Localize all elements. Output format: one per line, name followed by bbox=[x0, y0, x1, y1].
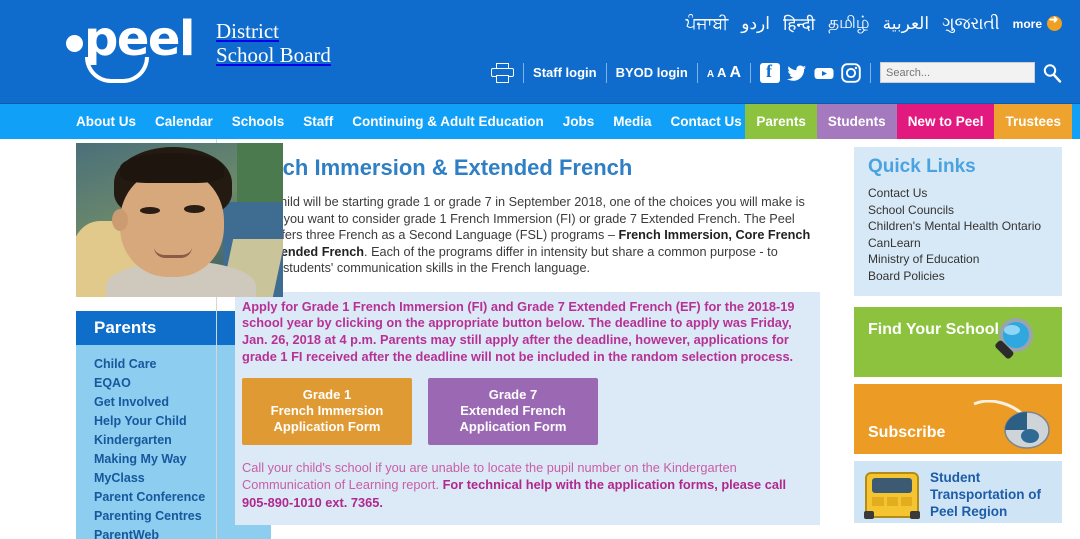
find-your-school-promo[interactable]: Find Your School bbox=[854, 307, 1062, 377]
student-transportation-label: Student Transportation of Peel Region bbox=[930, 470, 1041, 519]
button-line2: Extended French bbox=[460, 402, 566, 418]
lang-link-arabic[interactable]: العربية bbox=[883, 14, 929, 34]
logo-dot-icon bbox=[66, 35, 83, 52]
school-bus-icon bbox=[860, 467, 926, 523]
printer-icon[interactable] bbox=[491, 62, 515, 83]
logo-smile-icon bbox=[85, 57, 149, 83]
quick-link-contact-us[interactable]: Contact Us bbox=[868, 185, 1048, 202]
nav-item-continuing-adult-education[interactable]: Continuing & Adult Education bbox=[352, 114, 543, 129]
search-area bbox=[880, 62, 1062, 83]
staff-login-link[interactable]: Staff login bbox=[533, 65, 597, 80]
quick-links-panel: Quick Links Contact Us School Councils C… bbox=[854, 147, 1062, 296]
lang-link-urdu[interactable]: اردو bbox=[741, 14, 770, 34]
social-links bbox=[760, 61, 861, 83]
more-languages-label: more bbox=[1012, 16, 1042, 31]
divider bbox=[605, 62, 607, 83]
closing-paragraph: Call your child's school if you are unab… bbox=[235, 454, 820, 526]
page-title: French Immersion & Extended French bbox=[235, 155, 633, 180]
quick-link-ministry-of-education[interactable]: Ministry of Education bbox=[868, 251, 1048, 268]
text-size-large[interactable]: A bbox=[729, 64, 741, 82]
more-languages-link[interactable]: more bbox=[1012, 13, 1062, 31]
subscribe-promo[interactable]: Subscribe bbox=[854, 384, 1062, 454]
main-content: French Immersion & Extended French If yo… bbox=[216, 139, 840, 539]
logo-subtitle: District School Board bbox=[216, 19, 331, 67]
nav-item-schools[interactable]: Schools bbox=[232, 114, 285, 129]
site-logo[interactable]: peel District School Board bbox=[64, 13, 331, 87]
quick-link-board-policies[interactable]: Board Policies bbox=[868, 268, 1048, 285]
find-your-school-label: Find Your School bbox=[868, 321, 999, 338]
peel-logo-mark: peel bbox=[64, 13, 224, 87]
text-size-medium[interactable]: A bbox=[717, 65, 726, 80]
site-header: peel District School Board ਪੰਜਾਬੀ اردو ह… bbox=[0, 0, 1080, 103]
subscribe-label: Subscribe bbox=[868, 424, 946, 441]
nav-item-calendar[interactable]: Calendar bbox=[155, 114, 213, 129]
quick-link-school-councils[interactable]: School Councils bbox=[868, 202, 1048, 219]
nav-audience-tabs: Parents Students New to Peel Trustees bbox=[745, 104, 1072, 139]
button-line2: French Immersion bbox=[270, 402, 384, 418]
arrow-right-icon bbox=[1047, 13, 1062, 31]
search-icon[interactable] bbox=[1042, 63, 1062, 83]
magnifier-icon bbox=[986, 315, 1044, 373]
nav-item-contact-us[interactable]: Contact Us bbox=[671, 114, 742, 129]
left-sidebar: Parents Child Care EQAO Get Involved Hel… bbox=[0, 139, 283, 539]
nav-tab-new-to-peel[interactable]: New to Peel bbox=[896, 104, 995, 139]
button-line3: Application Form bbox=[273, 418, 381, 434]
main-navigation: About Us Calendar Schools Staff Continui… bbox=[0, 103, 1080, 139]
search-input[interactable] bbox=[880, 62, 1035, 83]
instagram-icon[interactable] bbox=[841, 62, 861, 83]
lang-link-hindi[interactable]: हिन्दी bbox=[783, 12, 815, 35]
button-line3: Application Form bbox=[459, 418, 567, 434]
utility-bar: Staff login BYOD login A A A bbox=[491, 61, 1062, 83]
divider bbox=[523, 62, 525, 83]
student-transportation-promo[interactable]: Student Transportation of Peel Region bbox=[854, 461, 1062, 523]
twitter-icon[interactable] bbox=[787, 63, 807, 83]
nav-item-staff[interactable]: Staff bbox=[303, 114, 333, 129]
language-links: ਪੰਜਾਬੀ اردو हिन्दी தமிழ் العربية ગુજરાતી… bbox=[686, 12, 1062, 35]
nav-tab-students[interactable]: Students bbox=[816, 104, 897, 139]
nav-item-jobs[interactable]: Jobs bbox=[563, 114, 595, 129]
nav-item-media[interactable]: Media bbox=[613, 114, 651, 129]
nav-tab-parents[interactable]: Parents bbox=[745, 104, 817, 139]
logo-subtitle-line2: School Board bbox=[216, 43, 331, 67]
facebook-icon[interactable] bbox=[760, 61, 780, 83]
nav-tab-trustees[interactable]: Trustees bbox=[994, 104, 1072, 139]
lang-link-punjabi[interactable]: ਪੰਜਾਬੀ bbox=[686, 14, 729, 34]
divider bbox=[696, 62, 698, 83]
quick-link-canlearn[interactable]: CanLearn bbox=[868, 235, 1048, 252]
page-body: Parents Child Care EQAO Get Involved Hel… bbox=[0, 139, 1080, 539]
computer-mouse-icon bbox=[972, 399, 1052, 450]
logo-subtitle-line1: District bbox=[216, 19, 279, 43]
intro-paragraph: If your child will be starting grade 1 o… bbox=[235, 194, 820, 277]
nav-item-about-us[interactable]: About Us bbox=[76, 114, 136, 129]
text-size-controls[interactable]: A A A bbox=[707, 64, 741, 82]
nav-primary-links: About Us Calendar Schools Staff Continui… bbox=[0, 104, 745, 139]
quick-link-childrens-mental-health-ontario[interactable]: Children's Mental Health Ontario bbox=[868, 218, 1048, 235]
logo-wordmark: peel bbox=[84, 11, 195, 67]
right-sidebar: Quick Links Contact Us School Councils C… bbox=[840, 139, 1080, 539]
student-photo bbox=[76, 143, 283, 297]
button-line1: Grade 1 bbox=[302, 386, 352, 402]
divider bbox=[870, 62, 871, 83]
application-buttons: Grade 1 French Immersion Application For… bbox=[235, 371, 820, 455]
quick-links-title: Quick Links bbox=[868, 156, 976, 177]
youtube-icon[interactable] bbox=[814, 63, 834, 83]
grade-7-extended-french-button[interactable]: Grade 7 Extended French Application Form bbox=[428, 377, 598, 445]
text-size-small[interactable]: A bbox=[707, 69, 714, 80]
grade-1-french-immersion-button[interactable]: Grade 1 French Immersion Application For… bbox=[242, 377, 412, 445]
byod-login-link[interactable]: BYOD login bbox=[616, 65, 688, 80]
divider bbox=[750, 62, 751, 83]
lang-link-gujarati[interactable]: ગુજરાતી bbox=[942, 14, 1000, 34]
button-line1: Grade 7 bbox=[488, 386, 538, 402]
lang-link-tamil[interactable]: தமிழ் bbox=[828, 13, 870, 35]
application-notice: Apply for Grade 1 French Immersion (FI) … bbox=[235, 291, 820, 372]
